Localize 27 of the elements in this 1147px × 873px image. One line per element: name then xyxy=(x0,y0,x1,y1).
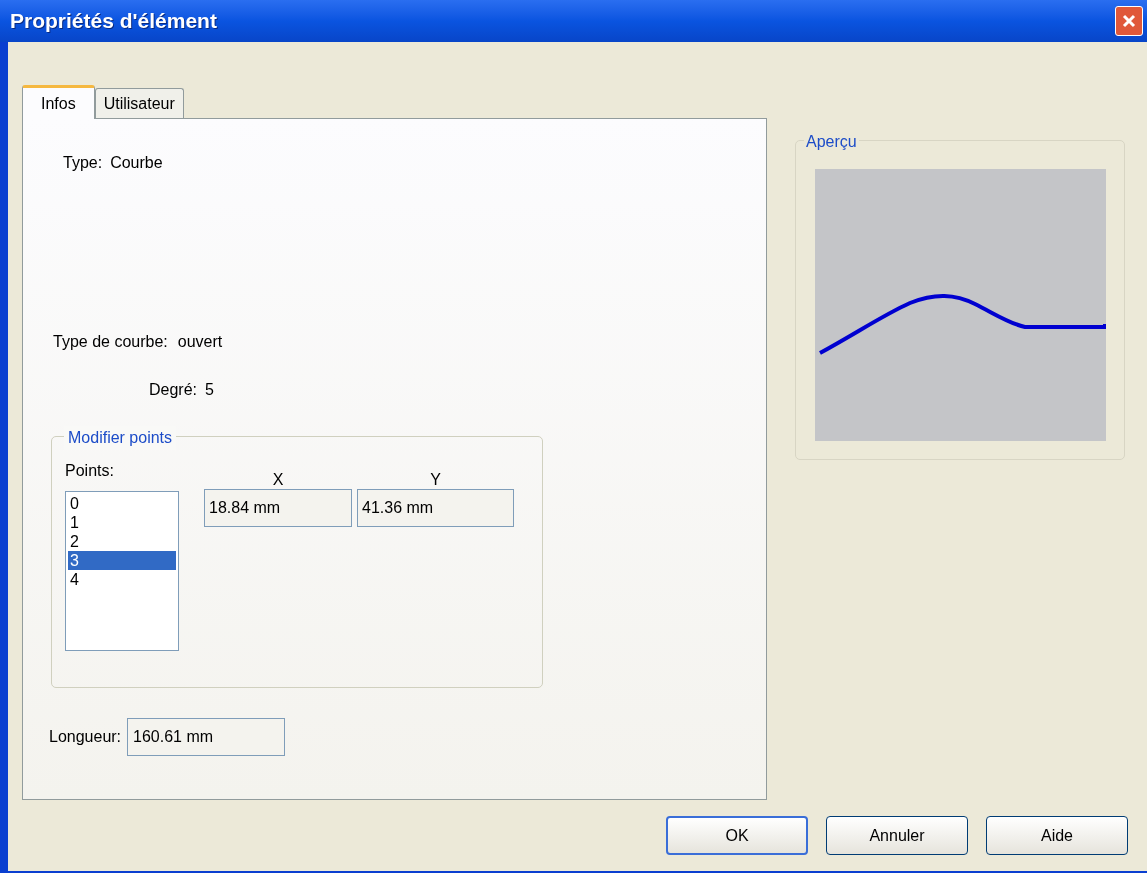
list-item[interactable]: 0 xyxy=(68,494,176,513)
close-icon xyxy=(1121,13,1137,29)
length-label: Longueur: xyxy=(49,727,122,747)
y-label: Y xyxy=(430,471,441,489)
type-label: Type: xyxy=(63,153,103,173)
close-button[interactable] xyxy=(1115,6,1143,36)
window-title: Propriétés d'élément xyxy=(10,8,217,35)
points-list[interactable]: 0 1 2 3 4 xyxy=(65,491,179,651)
curve-type-label: Type de courbe: xyxy=(53,332,168,352)
tab[interactable]: Infos xyxy=(22,85,95,119)
type-value: Courbe xyxy=(110,153,163,173)
dialog-button[interactable]: Annuler xyxy=(826,816,968,855)
list-item[interactable]: 4 xyxy=(68,570,176,589)
tab[interactable]: Utilisateur xyxy=(94,88,184,118)
list-item[interactable]: 3 xyxy=(68,551,176,570)
list-item[interactable]: 1 xyxy=(68,513,176,532)
dialog-button[interactable]: OK xyxy=(666,816,808,855)
length-field[interactable]: 160.61 mm xyxy=(127,718,286,756)
degree-label: Degré: xyxy=(149,380,198,400)
x-field[interactable]: 18.84 mm xyxy=(204,489,352,527)
dialog-button[interactable]: Aide xyxy=(986,816,1128,855)
curve-type-value: ouvert xyxy=(177,332,223,352)
list-item[interactable]: 2 xyxy=(68,532,176,551)
points-label: Points: xyxy=(65,461,115,481)
degree-value: 5 xyxy=(205,380,214,400)
y-field[interactable]: 41.36 mm xyxy=(357,489,514,527)
x-label: X xyxy=(272,471,284,489)
